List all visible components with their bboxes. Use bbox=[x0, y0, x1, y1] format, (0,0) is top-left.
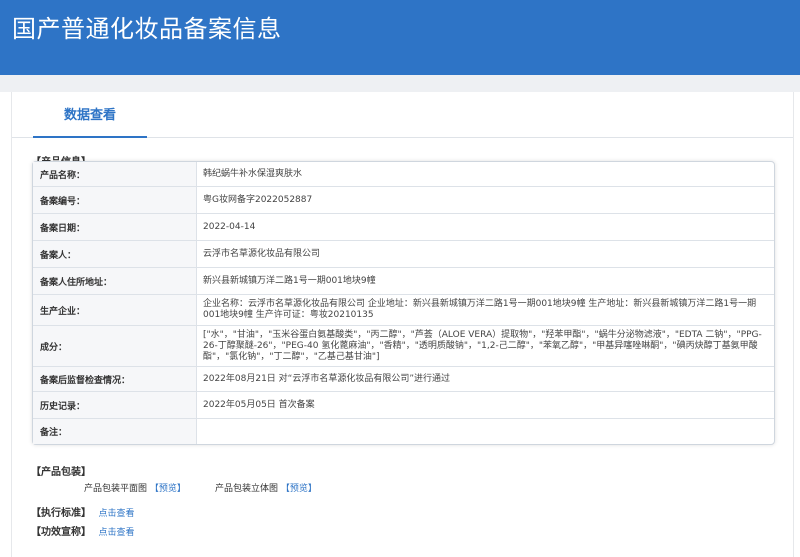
row-value: 新兴县新城镇万洋二路1号一期001地块9幢 bbox=[203, 275, 376, 286]
row-value: 2022年05月05日 首次备案 bbox=[203, 399, 315, 410]
row-label: 备案后监督检查情况： bbox=[33, 367, 197, 391]
section-title-standard: 【执行标准】 点击查看 bbox=[31, 504, 135, 519]
row-value bbox=[197, 419, 774, 444]
row-value: 企业名称：云浮市名草源化妆品有限公司 企业地址：新兴县新城镇万洋二路1号一期00… bbox=[203, 299, 757, 320]
row-value: 云浮市名草源化妆品有限公司 bbox=[203, 248, 321, 259]
header-banner: 国产普通化妆品备案信息 bbox=[0, 0, 800, 75]
table-row-record-number: 备案编号： 粤G妆网备字2022052887 bbox=[33, 187, 774, 214]
table-row-ingredients: 成分： ["水"，"甘油"，"玉米谷蛋白氨基酸类"，"丙二醇"，"芦荟（ALOE… bbox=[33, 326, 774, 367]
table-row-record-date: 备案日期： 2022-04-14 bbox=[33, 214, 774, 241]
row-label: 备案日期： bbox=[33, 214, 197, 240]
row-value: 粤G妆网备字2022052887 bbox=[203, 194, 313, 205]
packaging-flat-item: 产品包装平面图 【预览】 bbox=[84, 481, 186, 494]
section-title-efficacy: 【功效宣称】 点击查看 bbox=[31, 523, 135, 538]
tab-data-view[interactable]: 数据查看 bbox=[33, 92, 147, 138]
row-value: 韩纪蜗牛补水保湿爽肤水 bbox=[203, 168, 303, 179]
tab-bar: 数据查看 bbox=[12, 92, 793, 138]
efficacy-heading: 【功效宣称】 bbox=[31, 527, 91, 538]
row-value: ["水"，"甘油"，"玉米谷蛋白氨基酸类"，"丙二醇"，"芦荟（ALOE VER… bbox=[203, 329, 762, 362]
row-value: 2022年08月21日 对“云浮市名草源化妆品有限公司”进行通过 bbox=[203, 373, 450, 384]
row-label: 备案人住所地址： bbox=[33, 268, 197, 294]
table-row-filer-address: 备案人住所地址： 新兴县新城镇万洋二路1号一期001地块9幢 bbox=[33, 268, 774, 295]
row-label: 历史记录： bbox=[33, 392, 197, 418]
packaging-solid-item: 产品包装立体图 【预览】 bbox=[215, 481, 317, 494]
row-label: 备案人： bbox=[33, 241, 197, 267]
content-panel: 数据查看 【产品信息】 产品名称： 韩纪蜗牛补水保湿爽肤水 备案编号： 粤G妆网… bbox=[11, 92, 794, 557]
row-label: 成分： bbox=[33, 326, 197, 366]
table-row-history: 历史记录： 2022年05月05日 首次备案 bbox=[33, 392, 774, 419]
header-spacer bbox=[0, 75, 800, 92]
row-label: 备注： bbox=[33, 419, 197, 444]
table-row-manufacturer: 生产企业： 企业名称：云浮市名草源化妆品有限公司 企业地址：新兴县新城镇万洋二路… bbox=[33, 295, 774, 326]
table-row-product-name: 产品名称： 韩纪蜗牛补水保湿爽肤水 bbox=[33, 162, 774, 187]
table-row-filer: 备案人： 云浮市名草源化妆品有限公司 bbox=[33, 241, 774, 268]
standard-view-link[interactable]: 点击查看 bbox=[98, 509, 134, 519]
standard-heading: 【执行标准】 bbox=[31, 508, 91, 519]
page-title: 国产普通化妆品备案信息 bbox=[12, 15, 282, 43]
packaging-solid-preview-link[interactable]: 【预览】 bbox=[281, 484, 317, 494]
row-label: 生产企业： bbox=[33, 295, 197, 325]
packaging-flat-label: 产品包装平面图 bbox=[84, 484, 148, 494]
packaging-solid-label: 产品包装立体图 bbox=[215, 484, 279, 494]
packaging-flat-preview-link[interactable]: 【预览】 bbox=[150, 484, 186, 494]
row-label: 备案编号： bbox=[33, 187, 197, 213]
section-title-packaging: 【产品包装】 bbox=[31, 467, 91, 478]
product-info-table: 产品名称： 韩纪蜗牛补水保湿爽肤水 备案编号： 粤G妆网备字2022052887… bbox=[32, 161, 775, 445]
table-row-remarks: 备注： bbox=[33, 419, 774, 444]
efficacy-view-link[interactable]: 点击查看 bbox=[98, 528, 134, 538]
row-value: 2022-04-14 bbox=[203, 221, 256, 232]
row-label: 产品名称： bbox=[33, 162, 197, 186]
table-row-inspection: 备案后监督检查情况： 2022年08月21日 对“云浮市名草源化妆品有限公司”进… bbox=[33, 367, 774, 392]
